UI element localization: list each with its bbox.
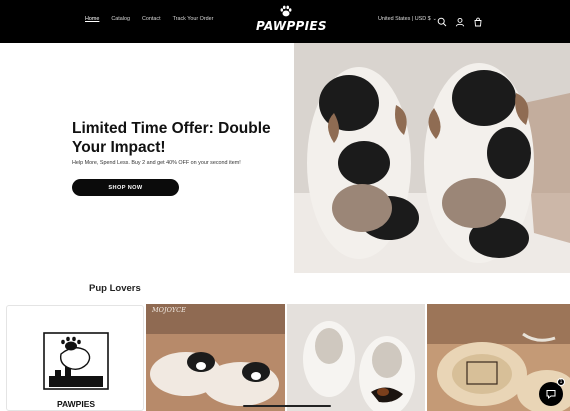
account-icon[interactable]	[455, 14, 465, 27]
site-header: Home Catalog Contact Track Your Order PA…	[0, 0, 570, 43]
nav-catalog-link[interactable]: Catalog	[111, 16, 130, 22]
nav-contact-link[interactable]: Contact	[142, 16, 161, 22]
country-selector[interactable]: United States | USD $ ⌄	[378, 16, 437, 22]
tile-watermark: MOJOYCE	[152, 306, 186, 314]
search-icon[interactable]	[437, 14, 447, 27]
dachshund-slippers-image	[287, 304, 425, 411]
brand-logo[interactable]: PAWPPIES	[256, 4, 327, 40]
home-indicator-bar	[243, 405, 331, 407]
nav-track-order-link[interactable]: Track Your Order	[173, 16, 214, 22]
country-label: United States | USD $	[378, 16, 431, 22]
product-tile-boston-terrier[interactable]: MOJOYCE	[146, 304, 285, 411]
chat-badge: 1	[557, 378, 565, 386]
hero-title: Limited Time Offer: Double Your Impact!	[72, 120, 271, 156]
boston-terrier-slippers-image	[146, 304, 285, 411]
collection-title: Pup Lovers	[89, 283, 141, 294]
cart-icon[interactable]	[473, 14, 483, 27]
nav-home-link[interactable]: Home	[85, 16, 99, 22]
product-tile-dachshund[interactable]	[287, 304, 425, 411]
pawpies-logo-mark	[43, 332, 109, 390]
paw-icon	[280, 5, 292, 17]
collection-logo-label: PAWPIES	[56, 399, 96, 409]
main-nav: Home Catalog Contact Track Your Order	[85, 16, 213, 22]
chat-icon	[546, 390, 556, 400]
brand-name: PAWPPIES	[256, 19, 327, 33]
hero-image-cow-slippers	[294, 43, 570, 273]
hero-subtitle: Help More, Spend Less. Buy 2 and get 40%…	[72, 160, 241, 166]
collection-logo-card[interactable]: PAWPIES	[6, 305, 144, 411]
header-icons	[437, 14, 483, 27]
shop-now-button[interactable]: SHOP NOW	[72, 179, 179, 196]
